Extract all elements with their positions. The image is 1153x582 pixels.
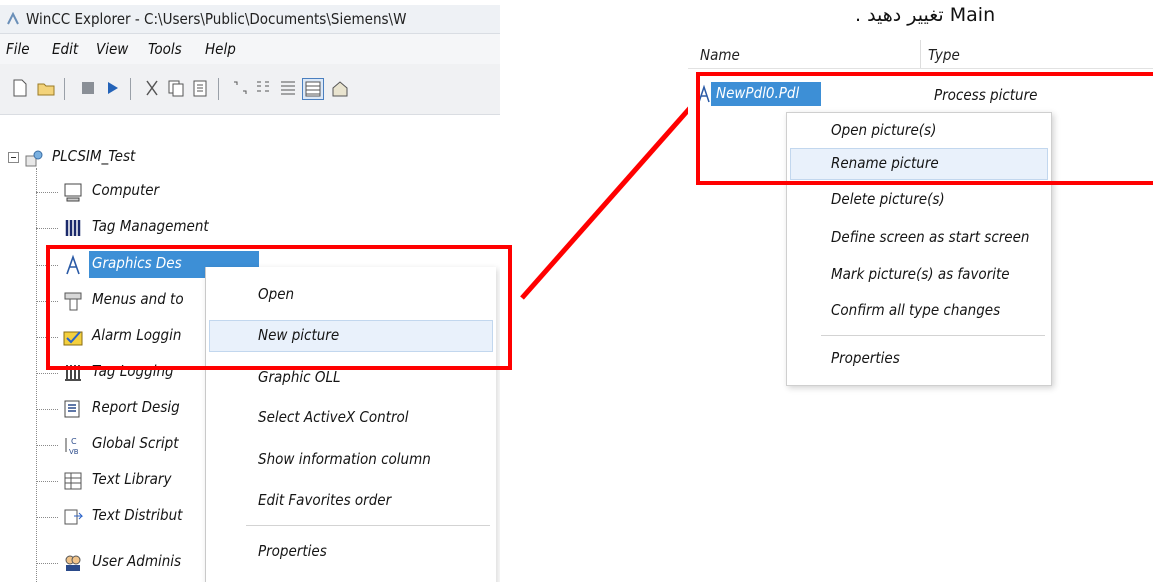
text-distributor-icon <box>64 509 84 525</box>
details-view-icon[interactable] <box>302 78 324 100</box>
toolbar-separator <box>64 78 65 100</box>
window-title: WinCC Explorer - C:\Users\Public\Documen… <box>26 10 407 28</box>
text-library-icon <box>64 472 82 490</box>
menu-item-label: Properties <box>258 542 327 560</box>
wincc-app-icon <box>7 12 19 25</box>
tree-connector <box>36 373 58 374</box>
small-icons-icon[interactable] <box>254 78 274 98</box>
svg-text:VB: VB <box>69 448 79 456</box>
tree-connector <box>36 228 58 229</box>
column-header-name[interactable]: Name <box>700 46 740 64</box>
tree-item-label: Report Desig <box>92 398 180 416</box>
menu-item-edit-favorites-order[interactable]: Edit Favorites order <box>206 483 496 519</box>
menu-view[interactable]: View <box>96 40 128 58</box>
toolbar-separator <box>130 78 131 100</box>
menu-bar: File Edit View Tools Help <box>0 34 500 64</box>
tree-item-label: Text Library <box>92 470 172 488</box>
tree-connector <box>36 409 58 410</box>
paste-icon[interactable] <box>190 78 210 98</box>
toolbar-separator <box>218 78 219 100</box>
tree-item-label: User Adminis <box>92 552 182 570</box>
tree-connector <box>36 563 58 564</box>
menu-separator <box>821 335 1045 336</box>
tree-connector <box>36 192 58 193</box>
menu-item-label: Select ActiveX Control <box>258 408 409 426</box>
computer-icon <box>64 183 82 202</box>
menu-item-label: Show information column <box>258 450 431 468</box>
tree-item-text-library[interactable]: Text Library <box>36 466 212 496</box>
stop-icon[interactable] <box>78 78 98 98</box>
user-administrator-icon <box>65 555 81 571</box>
list-header: Name Type <box>688 40 1153 69</box>
tree-root[interactable]: PLCSIM_Test <box>8 144 208 174</box>
project-icon <box>25 150 43 167</box>
menu-item-label: Delete picture(s) <box>831 190 945 208</box>
menu-item-mark-favorite[interactable]: Mark picture(s) as favorite <box>787 257 1051 293</box>
tree-item-label: Global Script <box>92 434 179 452</box>
tree-connector <box>36 168 37 582</box>
collapse-icon[interactable] <box>8 152 19 163</box>
tree-item-tag-management[interactable]: Tag Management <box>36 213 242 243</box>
list-view-icon[interactable] <box>278 78 298 98</box>
menu-file[interactable]: File <box>6 40 30 58</box>
tree-item-label: Tag Management <box>92 217 209 235</box>
open-folder-icon[interactable] <box>36 78 56 98</box>
menu-item-label: Properties <box>831 349 900 367</box>
large-icons-icon[interactable] <box>230 78 250 98</box>
tree-item-user-administrator[interactable]: User Adminis <box>36 548 212 578</box>
menu-help[interactable]: Help <box>205 40 236 58</box>
cut-icon[interactable] <box>142 78 162 98</box>
project-name: PLCSIM_Test <box>52 147 136 165</box>
menu-item-show-information-column[interactable]: Show information column <box>206 442 496 478</box>
menu-tools[interactable]: Tools <box>148 40 182 58</box>
report-designer-icon <box>64 400 80 418</box>
tree-connector <box>36 445 58 446</box>
menu-item-delete-pictures[interactable]: Delete picture(s) <box>787 182 1051 218</box>
toolbar <box>0 64 500 115</box>
red-highlight-box-left <box>46 245 512 370</box>
properties-toolbar-icon[interactable] <box>330 78 350 98</box>
menu-item-define-start-screen[interactable]: Define screen as start screen <box>787 220 1051 256</box>
menu-item-label: Mark picture(s) as favorite <box>831 265 1010 283</box>
menu-item-properties[interactable]: Properties <box>206 534 496 570</box>
red-highlight-box-right <box>696 72 1153 185</box>
tree-connector <box>36 517 58 518</box>
menu-item-label: Graphic OLL <box>258 368 341 386</box>
instruction-text: Main تغییر دهید . <box>855 4 996 26</box>
tree-item-label: Computer <box>92 181 160 199</box>
column-divider[interactable] <box>920 40 921 68</box>
global-script-icon: C VB <box>65 437 79 456</box>
run-icon[interactable] <box>102 78 122 98</box>
copy-icon[interactable] <box>166 78 186 98</box>
menu-item-label: Edit Favorites order <box>258 491 392 509</box>
tree-item-global-script[interactable]: C VB Global Script <box>36 430 212 460</box>
tree-item-computer[interactable]: Computer <box>36 177 212 207</box>
tree-item-text-distributor[interactable]: Text Distribut <box>36 502 212 532</box>
menu-item-properties[interactable]: Properties <box>787 341 1051 377</box>
tree-item-report-designer[interactable]: Report Desig <box>36 394 212 424</box>
tag-management-icon <box>65 220 81 236</box>
menu-item-select-activex-control[interactable]: Select ActiveX Control <box>206 400 496 436</box>
title-bar: WinCC Explorer - C:\Users\Public\Documen… <box>0 5 500 34</box>
column-header-type[interactable]: Type <box>928 46 960 64</box>
tree-connector <box>36 481 58 482</box>
menu-item-confirm-type-changes[interactable]: Confirm all type changes <box>787 293 1051 329</box>
menu-edit[interactable]: Edit <box>52 40 78 58</box>
new-file-icon[interactable] <box>10 78 30 98</box>
menu-separator <box>246 525 490 526</box>
tree-item-label: Text Distribut <box>92 506 183 524</box>
menu-item-label: Confirm all type changes <box>831 301 1001 319</box>
svg-text:C: C <box>71 437 77 446</box>
menu-item-label: Define screen as start screen <box>831 228 1030 246</box>
